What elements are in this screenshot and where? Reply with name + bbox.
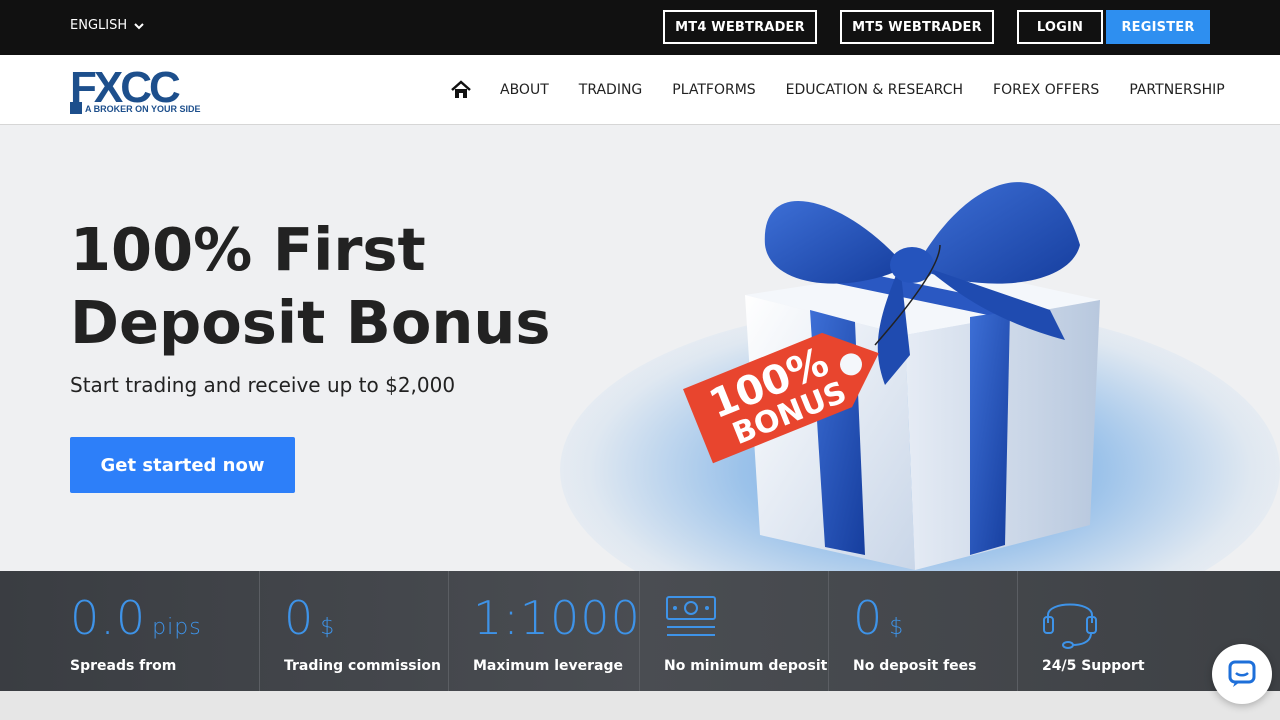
chevron-down-icon	[134, 22, 144, 29]
stat-value: 1:1000	[473, 591, 641, 645]
stat-commission: 0 $ Trading commission	[260, 571, 449, 691]
stat-label: No minimum deposit	[664, 658, 828, 674]
headset-icon	[1043, 603, 1097, 649]
nav-forex-offers[interactable]: FOREX OFFERS	[993, 82, 1099, 98]
stat-label: Maximum leverage	[473, 658, 624, 674]
nav-platforms[interactable]: PLATFORMS	[672, 82, 755, 98]
nav-education-research[interactable]: EDUCATION & RESEARCH	[786, 82, 963, 98]
stat-label: Trading commission	[284, 658, 441, 674]
top-bar: ENGLISH MT4 WEBTRADER MT5 WEBTRADER LOGI…	[0, 0, 1280, 55]
mt5-webtrader-button[interactable]: MT5 WEBTRADER	[840, 10, 994, 44]
stat-min-deposit: No minimum deposit	[640, 571, 829, 691]
nav-items: ABOUT TRADING PLATFORMS EDUCATION & RESE…	[450, 55, 1255, 125]
stat-leverage: 1:1000 Maximum leverage	[449, 571, 640, 691]
money-icon	[666, 596, 716, 636]
nav-about[interactable]: ABOUT	[500, 82, 549, 98]
get-started-button[interactable]: Get started now	[70, 437, 295, 493]
stats-bar: 0.0 pips Spreads from 0 $ Trading commissi…	[0, 571, 1280, 691]
gift-box-illustration: 100% BONUS	[683, 182, 1100, 570]
stat-value: 0.0	[70, 591, 147, 645]
stat-spreads: 0.0 pips Spreads from	[0, 571, 260, 691]
logo-letters: FXCC	[70, 63, 181, 112]
hero-banner: 100% First Deposit Bonus Start trading a…	[0, 125, 1280, 571]
logo-bar	[70, 102, 82, 114]
chat-button[interactable]	[1212, 644, 1272, 704]
stat-label: Spreads from	[70, 658, 177, 674]
stat-unit: pips	[152, 615, 202, 640]
stat-unit: $	[889, 615, 905, 640]
language-label: ENGLISH	[70, 18, 128, 33]
register-button[interactable]: REGISTER	[1106, 10, 1210, 44]
hero-subtitle: Start trading and receive up to $2,000	[70, 373, 456, 397]
stat-value: 0	[284, 591, 315, 645]
stat-unit: $	[320, 615, 336, 640]
main-nav: FXCC A BROKER ON YOUR SIDE ABOUT TRADING…	[0, 55, 1280, 125]
home-icon[interactable]	[450, 79, 472, 101]
chat-icon	[1228, 660, 1256, 687]
hero-title: 100% First Deposit Bonus	[70, 215, 551, 357]
stat-deposit-fees: 0 $ No deposit fees	[829, 571, 1018, 691]
mt4-webtrader-button[interactable]: MT4 WEBTRADER	[663, 10, 817, 44]
nav-trading[interactable]: TRADING	[579, 82, 643, 98]
stat-label: 24/5 Support	[1042, 658, 1145, 674]
stat-value: 0	[853, 591, 884, 645]
stat-label: No deposit fees	[853, 658, 977, 674]
nav-partnership[interactable]: PARTNERSHIP	[1129, 82, 1224, 98]
login-button[interactable]: LOGIN	[1017, 10, 1103, 44]
fxcc-logo[interactable]: FXCC A BROKER ON YOUR SIDE	[70, 63, 206, 116]
logo-tagline: A BROKER ON YOUR SIDE	[85, 104, 201, 114]
language-selector[interactable]: ENGLISH	[70, 18, 145, 33]
